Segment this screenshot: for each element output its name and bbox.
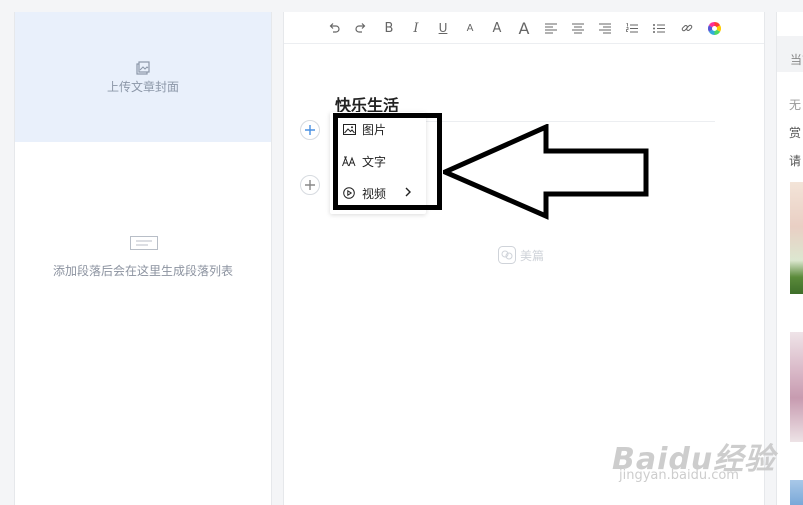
baidu-url-text: jingyan.baidu.com (619, 468, 739, 483)
upload-cover-area[interactable]: 上传文章封面 (15, 12, 271, 142)
right-panel-line-2: 赏 (789, 126, 802, 140)
annotation-arrow-icon (443, 124, 649, 220)
font-size-large-button[interactable]: A (515, 19, 533, 38)
baidu-jingyan-watermark: Baidu经验 jingyan.baidu.com (612, 434, 775, 483)
meipian-watermark: 美篇 (498, 246, 544, 264)
tab-current[interactable]: 当前 (777, 36, 803, 72)
font-size-small-button[interactable]: A (461, 19, 479, 37)
underline-button[interactable]: U (434, 19, 452, 37)
insert-paragraph-button-2[interactable] (300, 175, 320, 195)
insert-paragraph-button[interactable] (300, 120, 320, 140)
italic-button[interactable]: I (407, 19, 425, 37)
template-thumbnail-3[interactable] (790, 480, 803, 505)
ordered-list-icon[interactable] (623, 19, 641, 37)
meipian-watermark-text: 美篇 (520, 248, 545, 263)
top-bar (0, 0, 803, 12)
right-panel-line-1: 无 (789, 98, 802, 112)
article-editor: B I U A A A 快乐生活 图片 文字 视频 美篇 (283, 12, 765, 505)
align-center-icon[interactable] (569, 19, 587, 37)
paragraph-list-hint: 添加段落后会在这里生成段落列表 (52, 264, 233, 278)
paragraph-list-icon (130, 236, 158, 250)
redo-icon[interactable] (352, 19, 370, 37)
upload-cover-label: 上传文章封面 (106, 80, 179, 94)
align-right-icon[interactable] (596, 19, 614, 37)
link-icon[interactable] (678, 19, 696, 37)
right-panel-line-3: 请 (789, 154, 802, 168)
align-left-icon[interactable] (542, 19, 560, 37)
right-sidebar: 当前 无 赏 请 (776, 12, 803, 505)
template-thumbnail-1[interactable] (790, 182, 803, 294)
font-size-medium-button[interactable]: A (488, 19, 506, 37)
plus-icon (305, 180, 315, 190)
tab-current-label: 当前 (790, 53, 803, 67)
format-toolbar: B I U A A A (284, 12, 764, 44)
plus-icon (305, 125, 315, 135)
template-thumbnail-2[interactable] (790, 332, 803, 442)
unordered-list-icon[interactable] (650, 19, 668, 37)
paragraph-sidebar: 上传文章封面 添加段落后会在这里生成段落列表 (14, 12, 272, 505)
meipian-logo-icon (498, 246, 516, 264)
bold-button[interactable]: B (380, 19, 398, 37)
undo-icon[interactable] (325, 19, 343, 37)
annotation-highlight-box (333, 113, 442, 210)
image-upload-icon (136, 61, 150, 75)
text-color-icon[interactable] (705, 19, 723, 37)
